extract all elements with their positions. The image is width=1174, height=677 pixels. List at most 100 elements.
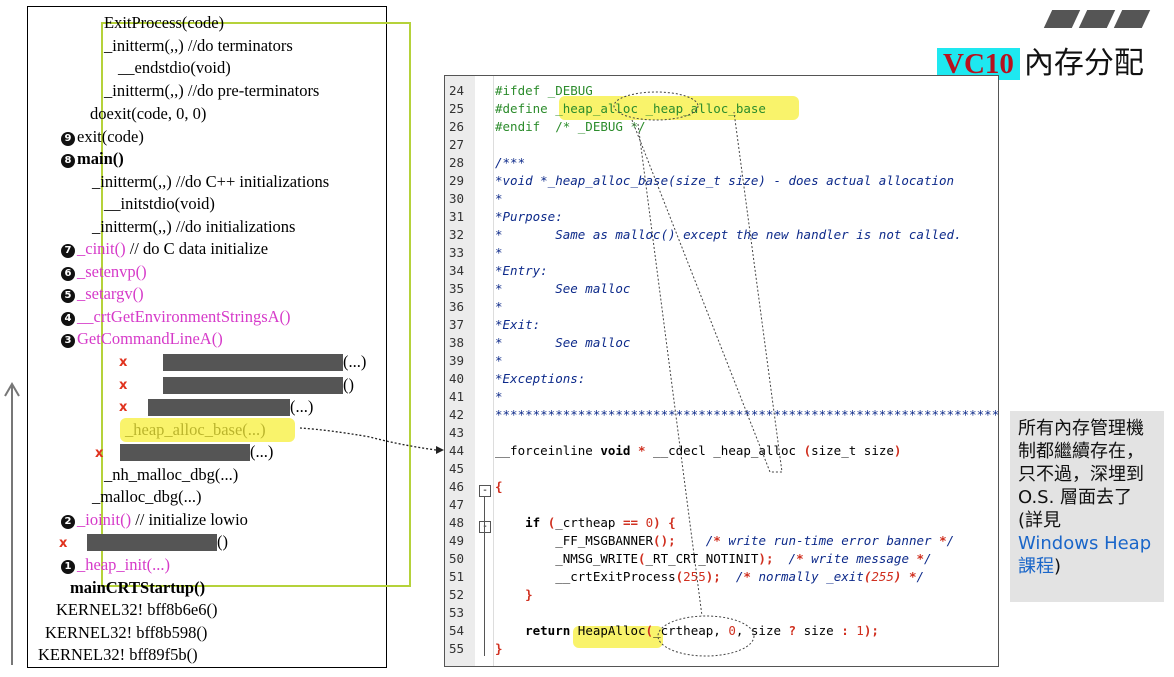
call-name: KERNEL32! bff8b6e6() — [56, 600, 218, 619]
code-text: * See malloc — [495, 281, 631, 296]
call-name: __initstdio(void) — [104, 194, 215, 213]
red-x-mark: x — [119, 355, 128, 370]
call-name: mainCRTStartup() — [70, 578, 206, 597]
line-number: 55 — [449, 641, 465, 656]
call-stack-line: 8 main() — [61, 149, 124, 169]
call-name: __endstdio(void) — [118, 58, 231, 77]
step-number-badge: 3 — [61, 334, 75, 348]
call-stack-line: (...) — [290, 397, 313, 417]
line-number: 46 — [449, 479, 465, 494]
line-number: 45 — [449, 461, 465, 476]
step-number-badge: 7 — [61, 244, 75, 258]
call-stack-line: __endstdio(void) — [118, 58, 231, 78]
redacted-block — [87, 534, 217, 551]
redacted-block — [148, 399, 290, 416]
call-name: () — [217, 532, 228, 551]
line-number: 50 — [449, 551, 465, 566]
call-stack-line: KERNEL32! bff89f5b() — [38, 645, 198, 665]
line-number: 54 — [449, 623, 465, 638]
redacted-block — [163, 377, 343, 394]
line-number: 33 — [449, 245, 465, 260]
step-number-badge: 5 — [61, 289, 75, 303]
code-text: * — [495, 191, 503, 206]
call-name: _ioinit() — [77, 510, 132, 529]
step-number-badge: 6 — [61, 267, 75, 281]
code-text: * — [495, 245, 503, 260]
code-text: return HeapAlloc(_crtheap, 0, size ? siz… — [525, 623, 879, 638]
call-stack-line: 1 _heap_init(...) — [61, 555, 170, 575]
call-name: _setargv() — [77, 284, 144, 303]
call-name: (...) — [290, 397, 314, 416]
fold-minus-icon[interactable]: - — [479, 485, 491, 497]
call-stack-line: 6 _setenvp() — [61, 262, 147, 282]
line-number: 29 — [449, 173, 465, 188]
call-stack-line: __initstdio(void) — [104, 194, 215, 214]
code-text: * See malloc — [495, 335, 631, 350]
call-stack-line: (...) — [250, 442, 273, 462]
call-stack-line: 3 GetCommandLineA() — [61, 329, 223, 349]
call-name: _initterm(,,) //do C++ initializations — [92, 172, 330, 191]
call-stack-line: KERNEL32! bff8b6e6() — [56, 600, 217, 620]
red-x-mark: x — [59, 536, 68, 551]
code-text: ****************************************… — [495, 407, 999, 422]
step-number-badge: 4 — [61, 312, 75, 326]
line-number: 26 — [449, 119, 465, 134]
call-name: main() — [77, 149, 124, 168]
call-name: (...) — [250, 442, 274, 461]
code-text: #endif /* _DEBUG */ — [495, 119, 646, 134]
line-number: 53 — [449, 605, 465, 620]
call-name: _initterm(,,) //do pre-terminators — [104, 81, 320, 100]
code-text: _NMSG_WRITE(_RT_CRT_NOTINIT); /* write m… — [495, 551, 932, 566]
call-stack-line: _malloc_dbg(...) — [92, 487, 202, 507]
line-number: 42 — [449, 407, 465, 422]
note-tail: ) — [1054, 556, 1062, 577]
code-text: _FF_MSGBANNER(); /* write run-time error… — [495, 533, 955, 548]
line-number: 38 — [449, 335, 465, 350]
call-name: __crtGetEnvironmentStringsA() — [77, 307, 291, 326]
line-number: 27 — [449, 137, 465, 152]
call-name: _initterm(,,) //do initializations — [92, 217, 296, 236]
code-text: *Purpose: — [495, 209, 563, 224]
call-name: exit(code) — [77, 127, 144, 146]
call-stack-line: _initterm(,,) //do terminators — [104, 36, 293, 56]
code-text: *Entry: — [495, 263, 548, 278]
code-text: *void *_heap_alloc_base(size_t size) - d… — [495, 173, 955, 188]
code-text: * Same as malloc() except the new handle… — [495, 227, 962, 242]
call-name: () — [343, 375, 354, 394]
note-text: 所有內存管理機制都繼續存在，只不過，深埋到 O.S. 層面去了 (詳見 — [1018, 418, 1144, 531]
code-text: /*** — [495, 155, 526, 170]
code-text: __crtExitProcess(255); /* normally _exit… — [495, 569, 925, 584]
line-number: 49 — [449, 533, 465, 548]
line-number: 31 — [449, 209, 465, 224]
call-stack-line: 4 __crtGetEnvironmentStringsA() — [61, 307, 291, 327]
call-stack-line: _nh_malloc_dbg(...) — [104, 465, 238, 485]
step-number-badge: 8 — [61, 154, 75, 168]
step-number-badge: 2 — [61, 515, 75, 529]
line-number: 30 — [449, 191, 465, 206]
call-name: _heap_init(...) — [77, 555, 171, 574]
call-stack-line: ExitProcess(code) — [104, 13, 224, 33]
code-text: { — [495, 479, 503, 494]
line-number: 48 — [449, 515, 465, 530]
code-text: * — [495, 353, 503, 368]
call-name: _malloc_dbg(...) — [92, 487, 202, 506]
call-comment: // initialize lowio — [131, 510, 248, 529]
call-name: GetCommandLineA() — [77, 329, 223, 348]
windows-heap-link[interactable]: Windows Heap 課程 — [1018, 533, 1151, 577]
call-name: doexit(code, 0, 0) — [90, 104, 207, 123]
step-number-badge: 1 — [61, 560, 75, 574]
call-stack-line: 5 _setargv() — [61, 284, 144, 304]
code-text: * — [495, 389, 503, 404]
code-text: #ifdef _DEBUG — [495, 83, 593, 98]
line-number: 25 — [449, 101, 465, 116]
code-text: *Exceptions: — [495, 371, 586, 386]
call-stack-line: mainCRTStartup() — [70, 578, 205, 598]
call-name: KERNEL32! bff89f5b() — [38, 645, 198, 664]
line-number: 28 — [449, 155, 465, 170]
call-stack-line: _initterm(,,) //do pre-terminators — [104, 81, 319, 101]
fold-minus-icon[interactable]: - — [479, 521, 491, 533]
red-x-mark: x — [119, 400, 128, 415]
line-number: 34 — [449, 263, 465, 278]
call-name: _setenvp() — [77, 262, 147, 281]
call-stack-line: 2 _ioinit() // initialize lowio — [61, 510, 248, 530]
